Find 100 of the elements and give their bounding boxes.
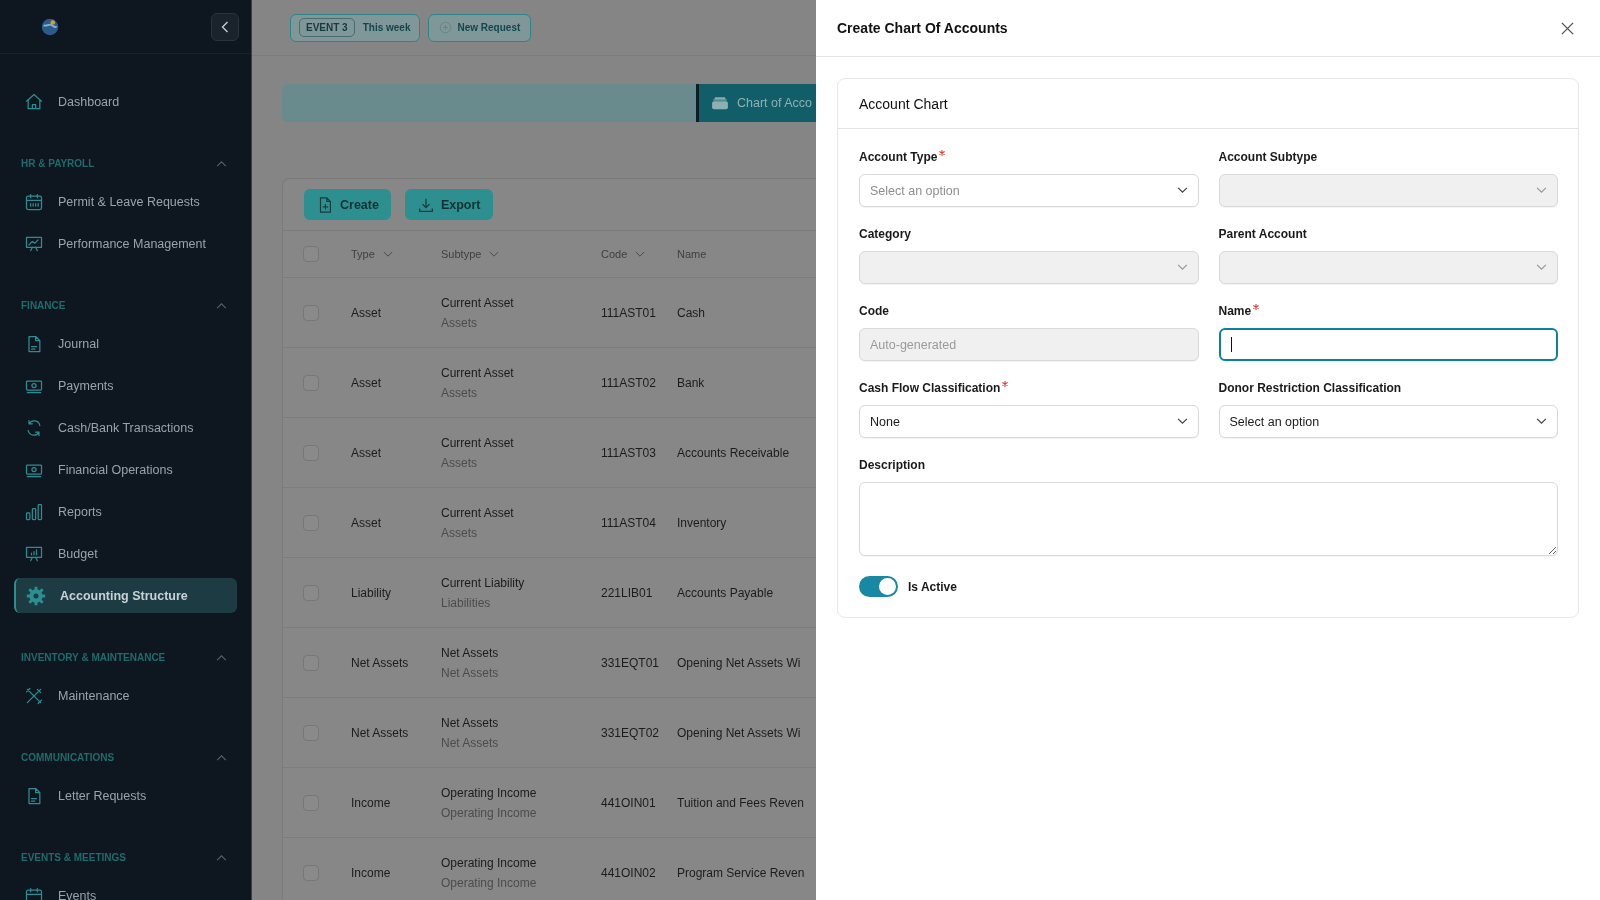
field-label: Code — [859, 304, 889, 318]
table-cell: Accounts Payable — [677, 585, 774, 600]
field-label: Category — [859, 227, 911, 241]
subtype-text: Net Assets — [441, 715, 500, 730]
create-button[interactable]: Create — [304, 189, 391, 220]
field-label: Account Type — [859, 150, 938, 164]
table-cell-text: Net Assets — [351, 655, 410, 670]
subtype-text: Operating Income — [441, 855, 538, 870]
sidebar-item[interactable]: Events — [14, 878, 237, 900]
gear-icon — [26, 585, 46, 606]
field-label: Name — [1218, 304, 1252, 318]
table-cell-text: 111AST01 — [601, 305, 657, 320]
table-cell-text: Net Assets — [351, 725, 410, 740]
chevron-down-icon — [1536, 264, 1547, 271]
description-field[interactable] — [859, 482, 1558, 556]
table-cell-text: Asset — [351, 305, 382, 320]
subtype-text: Current Asset — [441, 365, 515, 380]
sidebar-item[interactable]: Permit & Leave Requests — [14, 184, 237, 219]
subtype-group-text: Assets — [441, 455, 478, 470]
sidebar-item[interactable]: Maintenance — [14, 678, 237, 713]
field-label: Parent Account — [1218, 227, 1307, 241]
calendar-icon — [24, 885, 44, 900]
subtype-group-text: Operating Income — [441, 875, 538, 890]
close-icon — [1560, 20, 1575, 36]
sidebar-item[interactable]: Dashboard — [14, 84, 237, 119]
event-badge: EVENT 3 — [299, 18, 355, 37]
section-title: EVENTS & MEETINGS — [21, 852, 126, 863]
chevron-down-icon — [1536, 187, 1547, 194]
table-cell-text: Asset — [351, 375, 382, 390]
table-cell-text: Liability — [351, 585, 393, 600]
table-cell-text: 111AST04 — [601, 515, 657, 530]
table-cell-text: 331EQT02 — [601, 725, 661, 740]
calendar-icon — [24, 191, 44, 212]
section-title: COMMUNICATIONS — [21, 752, 115, 763]
table-cell-text: 331EQT01 — [601, 655, 661, 670]
text-field[interactable] — [1218, 328, 1558, 361]
table-cell-text: Income — [351, 865, 392, 880]
bar-chart-icon — [24, 501, 44, 522]
subtype-group-text: Operating Income — [441, 805, 538, 820]
sidebar-item[interactable]: Financial Operations — [14, 452, 237, 487]
table-cell-text: 441OIN01 — [601, 795, 657, 810]
stack-icon — [711, 96, 729, 110]
section-title: FINANCE — [21, 300, 66, 311]
table-cell: Tuition and Fees Reven — [677, 795, 804, 810]
sidebar-item[interactable]: Letter Requests — [14, 778, 237, 813]
subtype-text: Current Asset — [441, 435, 515, 450]
table-cell: Program Service Reven — [677, 865, 805, 880]
subtype-text: Operating Income — [441, 785, 538, 800]
toggle-label: Is Active — [908, 579, 957, 594]
tools-icon — [24, 685, 44, 706]
table-cell: Accounts Receivable — [677, 445, 790, 460]
table-cell: Opening Net Assets Wi — [677, 725, 801, 740]
text-cursor — [1230, 337, 1232, 352]
event-chip[interactable]: EVENT 3 This week — [290, 13, 420, 42]
sidebar-item[interactable]: Journal — [14, 326, 237, 361]
plus-circle-icon — [438, 21, 452, 34]
table-cell: Bank — [677, 375, 705, 390]
subtype-group-text: Net Assets — [441, 665, 500, 680]
sidebar-item[interactable]: Payments — [14, 368, 237, 403]
sidebar-item[interactable]: Cash/Bank Transactions — [14, 410, 237, 445]
subtype-text: Current Asset — [441, 505, 515, 520]
sidebar-item[interactable]: Budget — [14, 536, 237, 571]
toggle-switch[interactable] — [859, 576, 898, 597]
section-title: HR & PAYROLL — [21, 158, 95, 169]
table-cell-text: Asset — [351, 445, 382, 460]
table-cell-text: Asset — [351, 515, 382, 530]
table-cell-text: 441OIN02 — [601, 865, 657, 880]
subtype-group-text: Net Assets — [441, 735, 500, 750]
chevron-down-icon — [1176, 264, 1188, 271]
chip-label: This week — [362, 22, 411, 33]
subtype-group-text: Assets — [441, 315, 478, 330]
subtype-text: Net Assets — [441, 645, 500, 660]
table-cell-text: 111AST02 — [601, 375, 657, 390]
field-label: Cash Flow Classification — [859, 381, 1001, 395]
table-cell: Opening Net Assets Wi — [677, 655, 801, 670]
home-icon — [24, 91, 44, 112]
sidebar-item[interactable]: Reports — [14, 494, 237, 529]
table-cell-text: Income — [351, 795, 392, 810]
field-label: Description — [859, 458, 925, 472]
subtype-text: Current Asset — [441, 295, 515, 310]
chevron-down-icon — [1536, 418, 1547, 425]
subtype-group-text: Assets — [441, 385, 478, 400]
collapse-button[interactable] — [211, 12, 239, 41]
chevron-down-icon — [1176, 418, 1188, 425]
table-cell: Inventory — [677, 515, 727, 530]
table-cell-text: 221LIB01 — [601, 585, 654, 600]
select-field[interactable]: None — [859, 405, 1199, 438]
sidebar-item[interactable]: Accounting Structure — [14, 578, 237, 613]
select-field[interactable]: Select an option — [1218, 405, 1558, 438]
field-label: Donor Restriction Classification — [1218, 381, 1402, 395]
table-cell-text: 111AST03 — [601, 445, 657, 460]
export-button[interactable]: Export — [404, 189, 493, 220]
table-cell: Cash — [677, 305, 705, 320]
section-title: INVENTORY & MAINTENANCE — [21, 652, 166, 663]
card-title: Account Chart — [859, 95, 948, 112]
subtype-text: Current Liability — [441, 575, 526, 590]
drawer-title: Create Chart Of Accounts — [837, 20, 1008, 36]
subtype-group-text: Assets — [441, 525, 478, 540]
subtype-group-text: Liabilities — [441, 595, 492, 610]
sidebar-item[interactable]: Performance Management — [14, 226, 237, 261]
